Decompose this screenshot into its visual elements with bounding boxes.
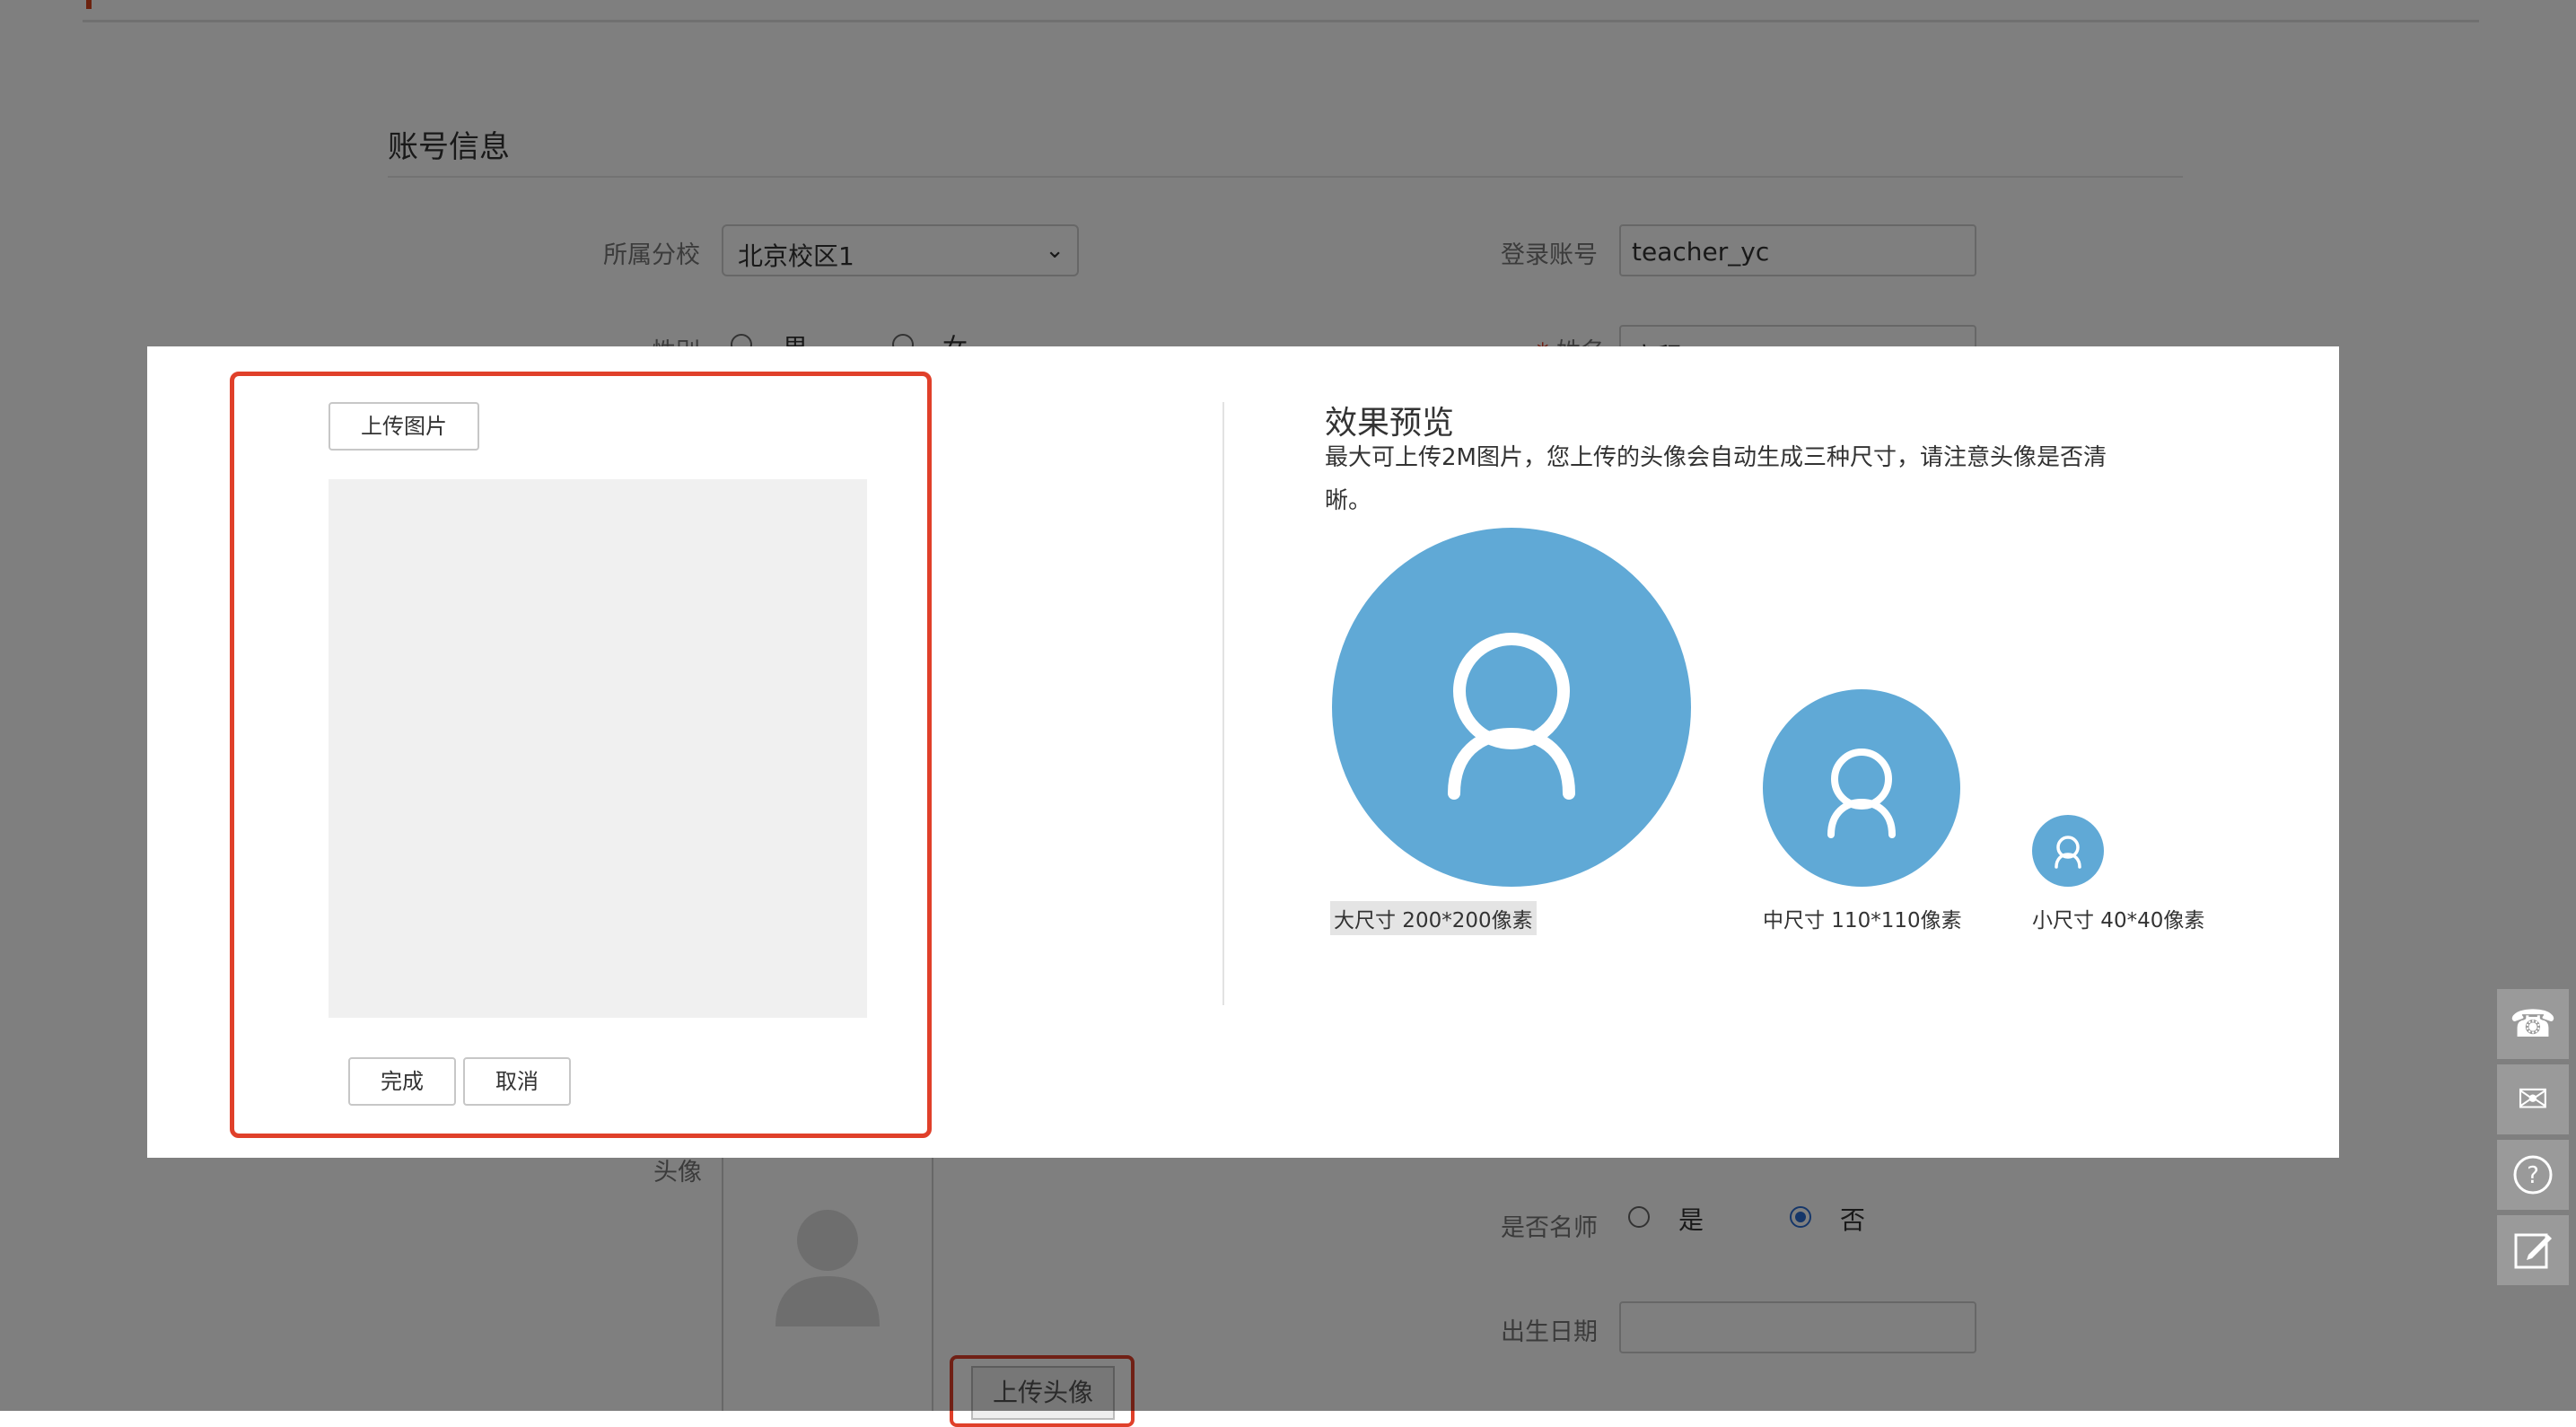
done-button[interactable]: 完成 bbox=[348, 1057, 456, 1106]
avatar-upload-modal: 上传图片 完成 取消 效果预览 最大可上传2M图片，您上传的头像会自动生成三种尺… bbox=[147, 346, 2339, 1158]
upload-image-button[interactable]: 上传图片 bbox=[329, 402, 479, 451]
phone-icon[interactable]: ☎ bbox=[2497, 989, 2569, 1059]
panel-divider bbox=[1222, 402, 1224, 1005]
pencil-square-icon bbox=[2514, 1233, 2552, 1269]
small-size-label: 小尺寸 40*40像素 bbox=[2032, 909, 2205, 932]
preview-description: 最大可上传2M图片，您上传的头像会自动生成三种尺寸，请注意头像是否清晰。 bbox=[1325, 444, 2107, 514]
large-size-label: 大尺寸 200*200像素 bbox=[1330, 901, 1537, 935]
user-icon bbox=[1448, 633, 1575, 800]
mail-icon[interactable]: ✉ bbox=[2497, 1064, 2569, 1134]
medium-size-label: 中尺寸 110*110像素 bbox=[1763, 909, 1962, 932]
edit-icon[interactable] bbox=[2497, 1215, 2569, 1285]
cancel-button[interactable]: 取消 bbox=[463, 1057, 571, 1106]
help-icon[interactable]: ? bbox=[2497, 1140, 2569, 1210]
question-circle-icon: ? bbox=[2513, 1155, 2553, 1195]
avatar-preview-medium bbox=[1763, 689, 1960, 887]
svg-text:?: ? bbox=[2527, 1162, 2539, 1189]
crop-area[interactable] bbox=[329, 479, 867, 1018]
user-icon bbox=[1827, 749, 1896, 838]
user-icon bbox=[2055, 836, 2081, 869]
avatar-preview-small bbox=[2032, 815, 2104, 887]
avatar-preview-large bbox=[1332, 528, 1691, 887]
